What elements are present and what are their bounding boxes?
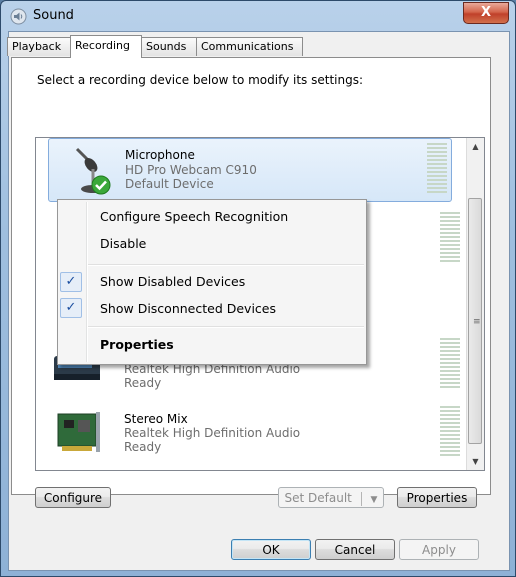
- properties-button[interactable]: Properties: [397, 487, 477, 508]
- menu-item-show-disconnected[interactable]: Show Disconnected Devices: [100, 301, 276, 316]
- menu-separator: [88, 326, 364, 328]
- dropdown-arrow-icon[interactable]: ▼: [371, 495, 378, 505]
- menu-item-configure-speech[interactable]: Configure Speech Recognition: [100, 209, 288, 224]
- speaker-icon: [10, 8, 27, 25]
- device-stereo-mix[interactable]: Stereo Mix Realtek High Definition Audio…: [36, 400, 464, 462]
- cancel-button[interactable]: Cancel: [315, 539, 395, 560]
- tab-recording[interactable]: Recording: [70, 35, 142, 58]
- menu-item-show-disabled[interactable]: Show Disabled Devices: [100, 274, 245, 289]
- split-divider: [360, 491, 362, 506]
- ok-button[interactable]: OK: [231, 539, 311, 560]
- level-meter: [427, 143, 447, 195]
- close-button[interactable]: X: [463, 2, 509, 24]
- apply-button[interactable]: Apply: [399, 539, 479, 560]
- device-microphone[interactable]: Microphone HD Pro Webcam C910 Default De…: [48, 138, 452, 202]
- device-status: Default Device: [125, 177, 214, 191]
- scrollbar-thumb[interactable]: ≡: [468, 198, 482, 444]
- menu-separator: [88, 264, 364, 266]
- title-bar[interactable]: Sound X: [1, 1, 515, 31]
- menu-item-disable[interactable]: Disable: [100, 236, 146, 251]
- window-title: Sound: [33, 8, 74, 23]
- checkmark-icon: ✓: [60, 272, 82, 292]
- device-line1: Realtek High Definition Audio: [124, 426, 301, 440]
- level-meter: [440, 406, 460, 458]
- scroll-down-arrow-icon[interactable]: ▼: [467, 453, 484, 470]
- checkmark-icon: ✓: [60, 298, 82, 318]
- level-meter: [440, 212, 460, 264]
- tab-sounds[interactable]: Sounds: [141, 37, 197, 56]
- vertical-scrollbar[interactable]: ▲ ≡ ▼: [466, 138, 484, 470]
- device-status: Ready: [124, 440, 162, 454]
- green-check-icon: [91, 175, 111, 195]
- set-default-button[interactable]: Set Default ▼: [278, 487, 384, 508]
- tab-playback[interactable]: Playback: [7, 37, 71, 56]
- level-meter: [440, 338, 460, 390]
- grip-icon: ≡: [473, 317, 481, 327]
- device-status: Ready: [124, 376, 162, 390]
- instruction-text: Select a recording device below to modif…: [37, 73, 364, 87]
- sound-window: Sound X Playback Recording Sounds Commun…: [0, 0, 516, 577]
- set-default-label: Set Default: [284, 491, 352, 505]
- tab-communications[interactable]: Communications: [196, 37, 303, 56]
- device-line1: HD Pro Webcam C910: [125, 163, 257, 177]
- menu-gutter: [86, 202, 88, 362]
- configure-button[interactable]: Configure: [35, 487, 111, 508]
- context-menu: Configure Speech Recognition Disable ✓ S…: [57, 199, 367, 365]
- device-name: Stereo Mix: [124, 412, 188, 426]
- device-name: Microphone: [125, 148, 195, 162]
- menu-item-properties[interactable]: Properties: [100, 337, 174, 352]
- pci-card-icon: [57, 412, 100, 452]
- scroll-up-arrow-icon[interactable]: ▲: [467, 138, 484, 155]
